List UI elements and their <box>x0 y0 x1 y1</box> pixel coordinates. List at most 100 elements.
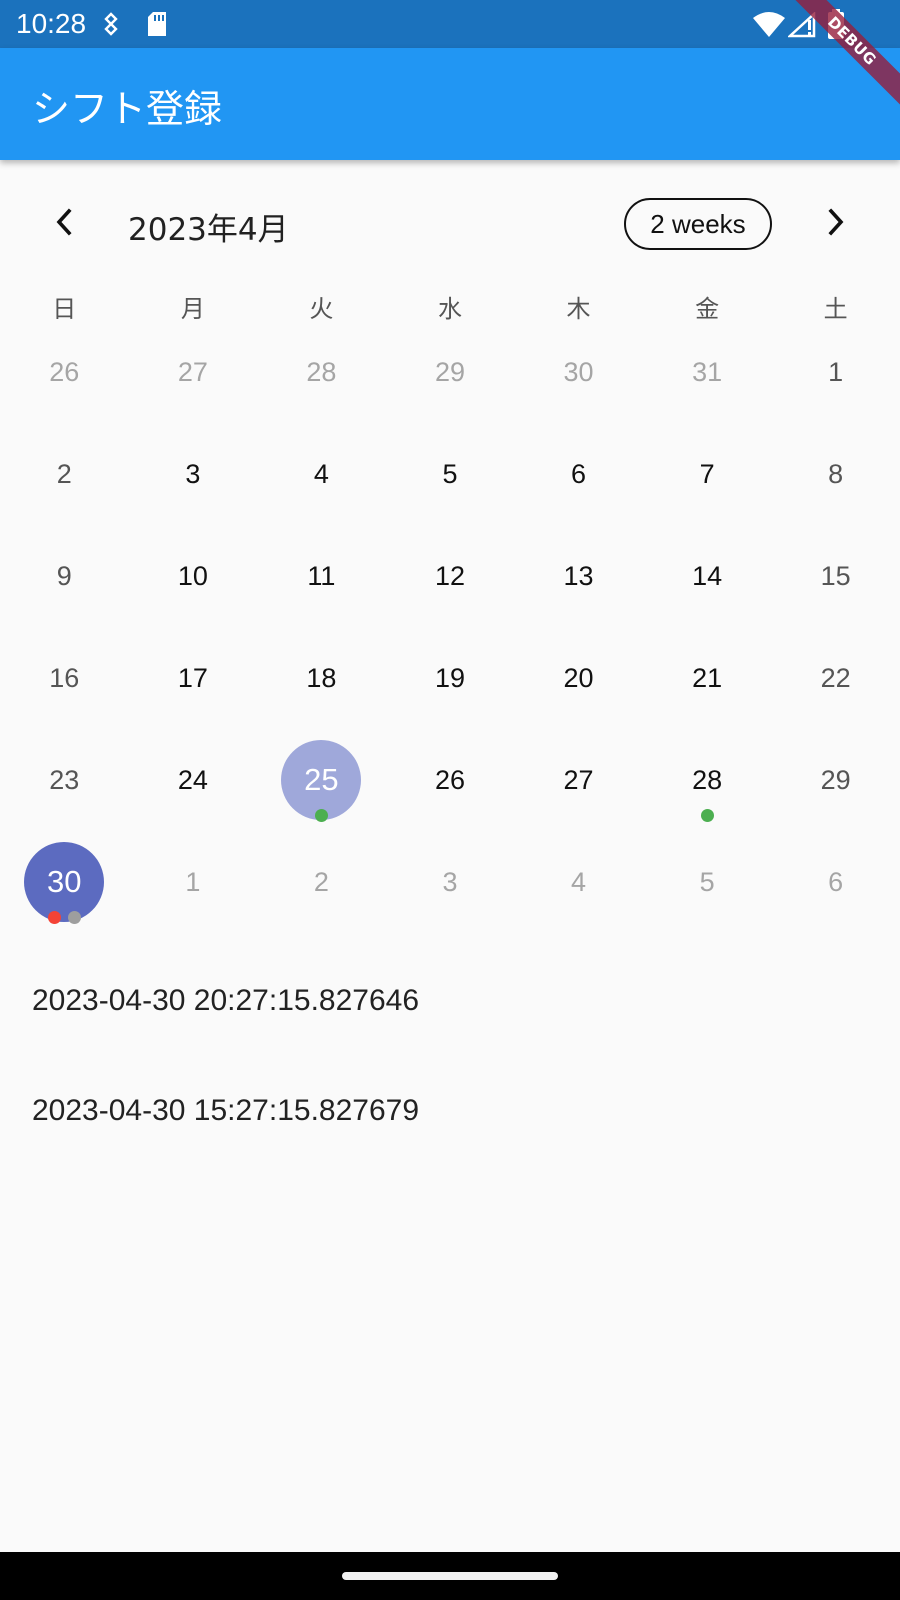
home-indicator[interactable] <box>342 1572 558 1580</box>
location-icon <box>100 12 122 40</box>
calendar-day[interactable]: 4 <box>257 422 386 526</box>
day-number: 4 <box>313 459 329 489</box>
calendar-day[interactable]: 27 <box>514 728 643 832</box>
calendar-day[interactable]: 5 <box>386 422 515 526</box>
calendar-day[interactable]: 21 <box>643 626 772 730</box>
calendar-day[interactable]: 26 <box>386 728 515 832</box>
calendar-day[interactable]: 26 <box>0 320 129 424</box>
calendar-day[interactable]: 29 <box>386 320 515 424</box>
day-number: 30 <box>563 357 594 387</box>
calendar-day[interactable]: 13 <box>514 524 643 628</box>
calendar-day[interactable]: 31 <box>643 320 772 424</box>
day-number: 17 <box>177 663 208 693</box>
calendar-day-today[interactable]: 25 <box>257 728 386 832</box>
calendar-day[interactable]: 3 <box>129 422 258 526</box>
event-item[interactable]: 2023-04-30 20:27:15.827646 <box>32 984 419 1018</box>
day-number: 2 <box>313 867 329 897</box>
day-number: 11 <box>307 561 336 591</box>
calendar-day[interactable]: 1 <box>771 320 900 424</box>
calendar-day[interactable]: 1 <box>129 830 258 934</box>
day-number: 9 <box>56 561 72 591</box>
calendar-day[interactable]: 6 <box>771 830 900 934</box>
day-number: 1 <box>828 357 844 387</box>
event-marker-dot <box>47 911 61 924</box>
calendar-week-row: 2 3 4 5 6 7 8 <box>0 422 900 526</box>
calendar-day[interactable]: 2 <box>0 422 129 526</box>
calendar-day[interactable]: 9 <box>0 524 129 628</box>
calendar-day[interactable]: 16 <box>0 626 129 730</box>
day-number: 18 <box>306 663 337 693</box>
day-number: 5 <box>442 459 458 489</box>
calendar-day[interactable]: 10 <box>129 524 258 628</box>
chevron-right-icon <box>828 208 844 236</box>
day-number: 26 <box>49 357 80 387</box>
calendar-week-row: 9 10 11 12 13 14 15 <box>0 524 900 628</box>
event-marker-dot <box>700 809 714 822</box>
day-number: 10 <box>177 561 208 591</box>
calendar-day[interactable]: 14 <box>643 524 772 628</box>
event-marker-dot <box>314 809 328 822</box>
day-number: 6 <box>571 459 587 489</box>
day-number: 6 <box>828 867 844 897</box>
calendar-day[interactable]: 5 <box>643 830 772 934</box>
calendar-day[interactable]: 15 <box>771 524 900 628</box>
calendar-day[interactable]: 30 <box>514 320 643 424</box>
calendar-day[interactable]: 20 <box>514 626 643 730</box>
day-number: 29 <box>820 765 851 795</box>
calendar-day[interactable]: 17 <box>129 626 258 730</box>
calendar-day[interactable]: 12 <box>386 524 515 628</box>
calendar-day[interactable]: 19 <box>386 626 515 730</box>
next-month-button[interactable] <box>812 198 860 246</box>
calendar-day[interactable]: 8 <box>771 422 900 526</box>
day-number: 3 <box>442 867 458 897</box>
format-toggle-button[interactable]: 2 weeks <box>624 198 772 250</box>
event-marker-dot <box>67 911 81 924</box>
wifi-icon <box>753 12 785 42</box>
previous-month-button[interactable] <box>40 198 88 246</box>
calendar-day[interactable]: 29 <box>771 728 900 832</box>
calendar-day[interactable]: 24 <box>129 728 258 832</box>
battery-icon <box>826 8 846 44</box>
calendar-day[interactable]: 23 <box>0 728 129 832</box>
calendar-day[interactable]: 28 <box>257 320 386 424</box>
calendar-day[interactable]: 4 <box>514 830 643 934</box>
calendar-day[interactable]: 7 <box>643 422 772 526</box>
calendar-day[interactable]: 11 <box>257 524 386 628</box>
event-markers <box>257 809 386 823</box>
day-number: 14 <box>692 561 723 591</box>
day-number: 15 <box>820 561 851 591</box>
day-number: 5 <box>699 867 715 897</box>
page-title: シフト登録 <box>32 87 223 131</box>
calendar-week-row: 23 24 25 26 27 28 29 <box>0 728 900 832</box>
day-number: 16 <box>49 663 80 693</box>
day-number: 7 <box>699 459 715 489</box>
day-number: 20 <box>563 663 594 693</box>
day-number: 8 <box>828 459 844 489</box>
day-number: 23 <box>49 765 80 795</box>
calendar-header: 2023年4月 2 weeks <box>0 180 900 266</box>
sd-card-icon <box>146 11 168 41</box>
event-markers <box>0 911 129 925</box>
calendar-day[interactable]: 18 <box>257 626 386 730</box>
day-number: 13 <box>563 561 594 591</box>
app-bar: シフト登録 <box>0 48 900 160</box>
day-number: 27 <box>563 765 594 795</box>
calendar-day[interactable]: 22 <box>771 626 900 730</box>
day-number: 19 <box>434 663 465 693</box>
calendar-day[interactable]: 6 <box>514 422 643 526</box>
day-number: 3 <box>185 459 201 489</box>
calendar-day[interactable]: 3 <box>386 830 515 934</box>
month-title: 2023年4月 <box>128 212 289 248</box>
day-number: 22 <box>820 663 851 693</box>
day-number: 21 <box>692 663 723 693</box>
calendar-week-row: 16 17 18 19 20 21 22 <box>0 626 900 730</box>
calendar-day-selected[interactable]: 30 <box>0 830 129 934</box>
day-number: 24 <box>177 765 208 795</box>
calendar-day[interactable]: 27 <box>129 320 258 424</box>
calendar-day[interactable]: 28 <box>643 728 772 832</box>
day-number: 26 <box>434 765 465 795</box>
calendar-day[interactable]: 2 <box>257 830 386 934</box>
event-markers <box>643 809 772 823</box>
day-number: 4 <box>571 867 587 897</box>
event-item[interactable]: 2023-04-30 15:27:15.827679 <box>32 1094 419 1128</box>
